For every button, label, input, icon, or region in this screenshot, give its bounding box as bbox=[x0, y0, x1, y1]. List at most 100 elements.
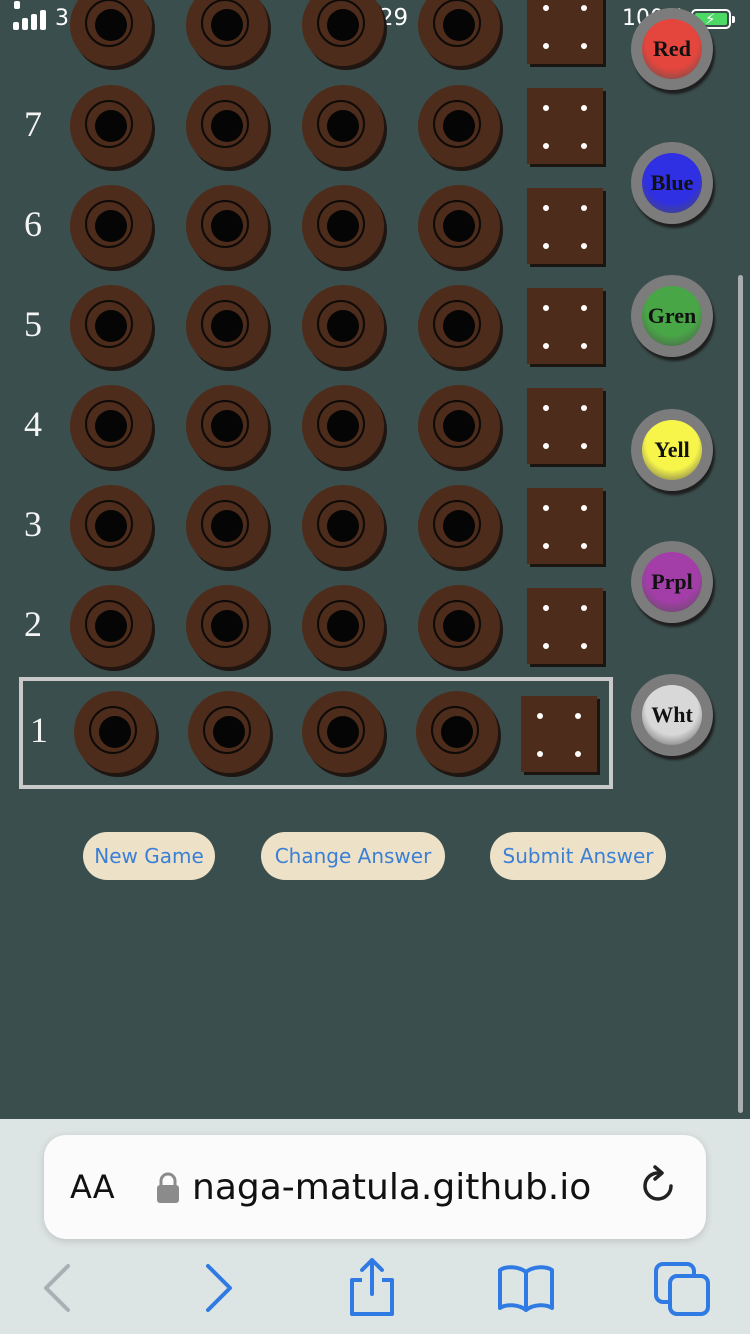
guess-slot[interactable] bbox=[70, 585, 152, 667]
guess-slot[interactable] bbox=[186, 185, 268, 267]
guess-slot[interactable] bbox=[418, 585, 500, 667]
guess-slot[interactable] bbox=[418, 485, 500, 567]
reload-icon[interactable] bbox=[638, 1164, 680, 1210]
guess-slot[interactable] bbox=[302, 585, 384, 667]
feedback-peg bbox=[543, 143, 549, 149]
feedback-peg bbox=[581, 5, 587, 11]
url-text[interactable]: naga-matula.github.io bbox=[192, 1167, 620, 1208]
feedback-peg bbox=[543, 605, 549, 611]
slot-center bbox=[443, 310, 475, 342]
feedback-peg bbox=[543, 205, 549, 211]
scrollbar[interactable] bbox=[738, 275, 743, 1113]
guess-slot[interactable] bbox=[186, 85, 268, 167]
feedback-peg bbox=[581, 643, 587, 649]
slot-center bbox=[95, 410, 127, 442]
lock-icon bbox=[157, 1172, 179, 1203]
slot-center bbox=[327, 110, 359, 142]
slot-center bbox=[211, 310, 243, 342]
slot-center bbox=[327, 510, 359, 542]
feedback-pegs bbox=[527, 488, 603, 564]
feedback-peg bbox=[581, 505, 587, 511]
slot-center bbox=[95, 110, 127, 142]
slot-center bbox=[95, 210, 127, 242]
guess-slot[interactable] bbox=[418, 285, 500, 367]
row-number: 2 bbox=[24, 604, 42, 644]
color-red-button[interactable]: Red bbox=[631, 8, 713, 90]
bookmarks-icon[interactable] bbox=[496, 1258, 556, 1318]
slot-center bbox=[443, 9, 475, 41]
tabs-icon[interactable] bbox=[652, 1258, 712, 1318]
guess-slot[interactable] bbox=[302, 185, 384, 267]
feedback-peg bbox=[581, 205, 587, 211]
slot-center bbox=[327, 210, 359, 242]
color-wht-button[interactable]: Wht bbox=[631, 674, 713, 756]
slot-center bbox=[327, 410, 359, 442]
color-prpl-button[interactable]: Prpl bbox=[631, 541, 713, 623]
back-icon[interactable] bbox=[28, 1258, 88, 1318]
row-number: 3 bbox=[24, 504, 42, 544]
guess-slot[interactable] bbox=[70, 0, 152, 66]
slot-center bbox=[211, 9, 243, 41]
color-yell-button[interactable]: Yell bbox=[631, 409, 713, 491]
feedback-pegs bbox=[527, 588, 603, 664]
feedback-peg bbox=[581, 143, 587, 149]
guess-slot[interactable] bbox=[70, 385, 152, 467]
guess-slot[interactable] bbox=[302, 0, 384, 66]
feedback-peg bbox=[543, 643, 549, 649]
slot-center bbox=[327, 610, 359, 642]
slot-center bbox=[211, 610, 243, 642]
feedback-peg bbox=[543, 405, 549, 411]
guess-slot[interactable] bbox=[302, 85, 384, 167]
row-number: 6 bbox=[24, 204, 42, 244]
guess-slot[interactable] bbox=[418, 185, 500, 267]
guess-slot[interactable] bbox=[186, 385, 268, 467]
guess-slot[interactable] bbox=[186, 485, 268, 567]
guess-slot[interactable] bbox=[418, 385, 500, 467]
feedback-peg bbox=[543, 443, 549, 449]
text-size-button[interactable]: AA bbox=[70, 1168, 115, 1206]
color-blue-button[interactable]: Blue bbox=[631, 142, 713, 224]
slot-center bbox=[327, 9, 359, 41]
feedback-peg bbox=[543, 543, 549, 549]
forward-icon[interactable] bbox=[188, 1258, 248, 1318]
row-number: 4 bbox=[24, 404, 42, 444]
feedback-peg bbox=[581, 343, 587, 349]
feedback-peg bbox=[581, 543, 587, 549]
slot-center bbox=[443, 110, 475, 142]
guess-slot[interactable] bbox=[302, 385, 384, 467]
feedback-peg bbox=[581, 605, 587, 611]
guess-slot[interactable] bbox=[186, 0, 268, 66]
color-ball: Blue bbox=[642, 153, 702, 213]
new-game-button[interactable]: New Game bbox=[83, 832, 215, 880]
guess-slot[interactable] bbox=[418, 85, 500, 167]
guess-slot[interactable] bbox=[70, 185, 152, 267]
feedback-peg bbox=[581, 405, 587, 411]
feedback-peg bbox=[543, 305, 549, 311]
color-ball: Wht bbox=[642, 685, 702, 745]
guess-slot[interactable] bbox=[70, 85, 152, 167]
slot-center bbox=[443, 510, 475, 542]
feedback-peg bbox=[543, 5, 549, 11]
share-icon[interactable] bbox=[342, 1258, 402, 1318]
feedback-peg bbox=[543, 505, 549, 511]
color-ball: Gren bbox=[642, 286, 702, 346]
feedback-pegs bbox=[527, 188, 603, 264]
slot-center bbox=[211, 210, 243, 242]
submit-answer-button[interactable]: Submit Answer bbox=[490, 832, 666, 880]
guess-slot[interactable] bbox=[70, 485, 152, 567]
slot-center bbox=[443, 210, 475, 242]
change-answer-button[interactable]: Change Answer bbox=[261, 832, 445, 880]
guess-slot[interactable] bbox=[186, 285, 268, 367]
slot-center bbox=[95, 510, 127, 542]
feedback-peg bbox=[543, 343, 549, 349]
guess-slot[interactable] bbox=[70, 285, 152, 367]
feedback-peg bbox=[543, 243, 549, 249]
feedback-pegs bbox=[527, 388, 603, 464]
feedback-pegs bbox=[527, 288, 603, 364]
guess-slot[interactable] bbox=[302, 485, 384, 567]
guess-slot[interactable] bbox=[302, 285, 384, 367]
guess-slot[interactable] bbox=[418, 0, 500, 66]
feedback-peg bbox=[543, 105, 549, 111]
color-gren-button[interactable]: Gren bbox=[631, 275, 713, 357]
guess-slot[interactable] bbox=[186, 585, 268, 667]
